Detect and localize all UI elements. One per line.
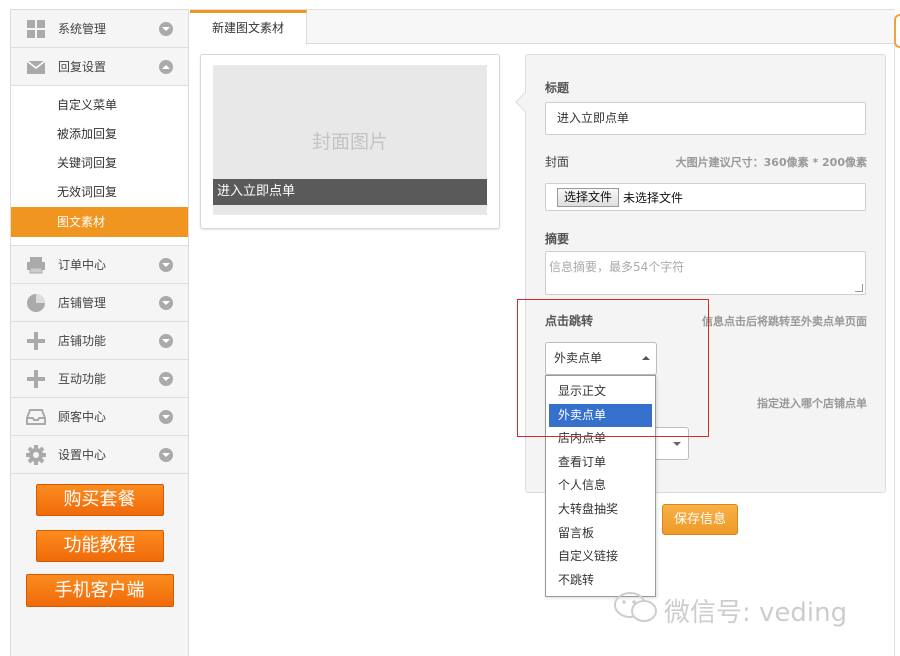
buy-package-button[interactable]: 购买套餐	[35, 484, 164, 516]
title-label: 标题	[545, 81, 570, 95]
panel-pointer	[515, 92, 535, 112]
gear-icon	[25, 444, 47, 466]
chevron-down-icon	[673, 442, 681, 446]
cover-image-placeholder: 封面图片 进入立即点单	[213, 65, 487, 215]
file-input: 选择文件 未选择文件	[545, 183, 866, 211]
save-button[interactable]: 保存信息	[662, 504, 738, 535]
dropdown-option[interactable]: 自定义链接	[549, 545, 652, 569]
title-input[interactable]: 进入立即点单	[545, 102, 866, 135]
jump-hint: 信息点击后将跳转至外卖点单页面	[702, 315, 867, 328]
plus-icon	[25, 330, 47, 352]
sidebar-item-store-manage[interactable]: 店铺管理	[11, 284, 188, 322]
pie-chart-icon	[25, 292, 47, 314]
choose-file-button[interactable]: 选择文件	[557, 187, 620, 207]
cover-placeholder-text: 封面图片	[311, 131, 388, 153]
tab-new-news-material[interactable]: 新建图文素材	[190, 10, 307, 45]
sidebar-item-store-features[interactable]: 店铺功能	[11, 322, 188, 360]
sidebar-item-orders[interactable]: 订单中心	[11, 246, 188, 284]
sidebar-subitem-follow-reply[interactable]: 被添加回复	[11, 120, 188, 149]
sidebar-item-system[interactable]: 系统管理	[11, 10, 188, 48]
store-hint: 指定进入哪个店铺点单	[757, 397, 867, 410]
file-status-text: 未选择文件	[623, 190, 684, 205]
wechat-icon	[612, 591, 658, 630]
dropdown-option[interactable]: 留言板	[549, 522, 652, 546]
dropdown-option[interactable]: 不跳转	[549, 569, 652, 593]
summary-textarea[interactable]: 信息摘要，最多54个字符	[545, 251, 866, 295]
plus-icon	[25, 368, 47, 390]
chevron-up-icon[interactable]	[159, 60, 173, 74]
chevron-down-icon[interactable]	[159, 334, 173, 348]
sidebar-item-label: 回复设置	[58, 60, 107, 74]
sidebar-item-label: 顾客中心	[58, 410, 107, 424]
summary-label: 摘要	[545, 232, 570, 246]
dropdown-option[interactable]: 大转盘抽奖	[549, 498, 652, 522]
watermark-text: 微信号: veding	[664, 597, 848, 628]
dropdown-option[interactable]: 个人信息	[549, 474, 652, 498]
cover-size-hint: 大图片建议尺寸：360像素 * 200像素	[675, 156, 867, 169]
sidebar-item-label: 店铺管理	[58, 296, 107, 310]
corner-decoration	[894, 14, 900, 48]
dropdown-option[interactable]: 查看订单	[549, 451, 652, 475]
sidebar-item-label: 设置中心	[58, 448, 107, 462]
annotation-highlight-box	[517, 299, 709, 437]
sidebar-subitem-keyword-reply[interactable]: 关键词回复	[11, 149, 188, 178]
sidebar-subitem-custom-menu[interactable]: 自定义菜单	[11, 91, 188, 120]
sidebar-subitem-news-material[interactable]: 图文素材	[11, 207, 188, 237]
grid-icon	[25, 18, 47, 40]
cover-label: 封面	[545, 155, 570, 169]
sidebar-item-label: 系统管理	[58, 22, 107, 36]
sidebar-item-customers[interactable]: 顾客中心	[11, 398, 188, 436]
tutorial-button[interactable]: 功能教程	[35, 530, 164, 562]
sidebar-item-label: 订单中心	[58, 258, 107, 272]
preview-title: 进入立即点单	[213, 179, 487, 205]
sidebar-item-settings[interactable]: 设置中心	[11, 436, 188, 474]
watermark: 微信号: veding	[612, 590, 847, 630]
chevron-down-icon[interactable]	[159, 296, 173, 310]
sidebar-subitem-invalid-reply[interactable]: 无效词回复	[11, 178, 188, 207]
sidebar-submenu: 自定义菜单 被添加回复 关键词回复 无效词回复 图文素材	[11, 86, 188, 246]
sidebar: 系统管理 回复设置 自定义菜单 被添加回复 关键词回复 无效词回复 图文素材 订…	[10, 9, 189, 656]
chevron-down-icon[interactable]	[159, 372, 173, 386]
chevron-down-icon[interactable]	[159, 258, 173, 272]
chevron-down-icon[interactable]	[159, 22, 173, 36]
mobile-client-button[interactable]: 手机客户端	[25, 574, 174, 607]
sidebar-item-label: 互动功能	[58, 372, 107, 386]
chevron-down-icon[interactable]	[159, 448, 173, 462]
sidebar-item-interactive[interactable]: 互动功能	[11, 360, 188, 398]
resize-grip-icon[interactable]	[855, 284, 863, 292]
sidebar-item-reply[interactable]: 回复设置	[11, 48, 188, 86]
printer-icon	[25, 254, 47, 276]
sidebar-item-label: 店铺功能	[58, 334, 107, 348]
mail-icon	[25, 56, 47, 78]
inbox-icon	[25, 406, 47, 428]
chevron-down-icon[interactable]	[159, 410, 173, 424]
preview-card: 封面图片 进入立即点单	[200, 54, 500, 229]
